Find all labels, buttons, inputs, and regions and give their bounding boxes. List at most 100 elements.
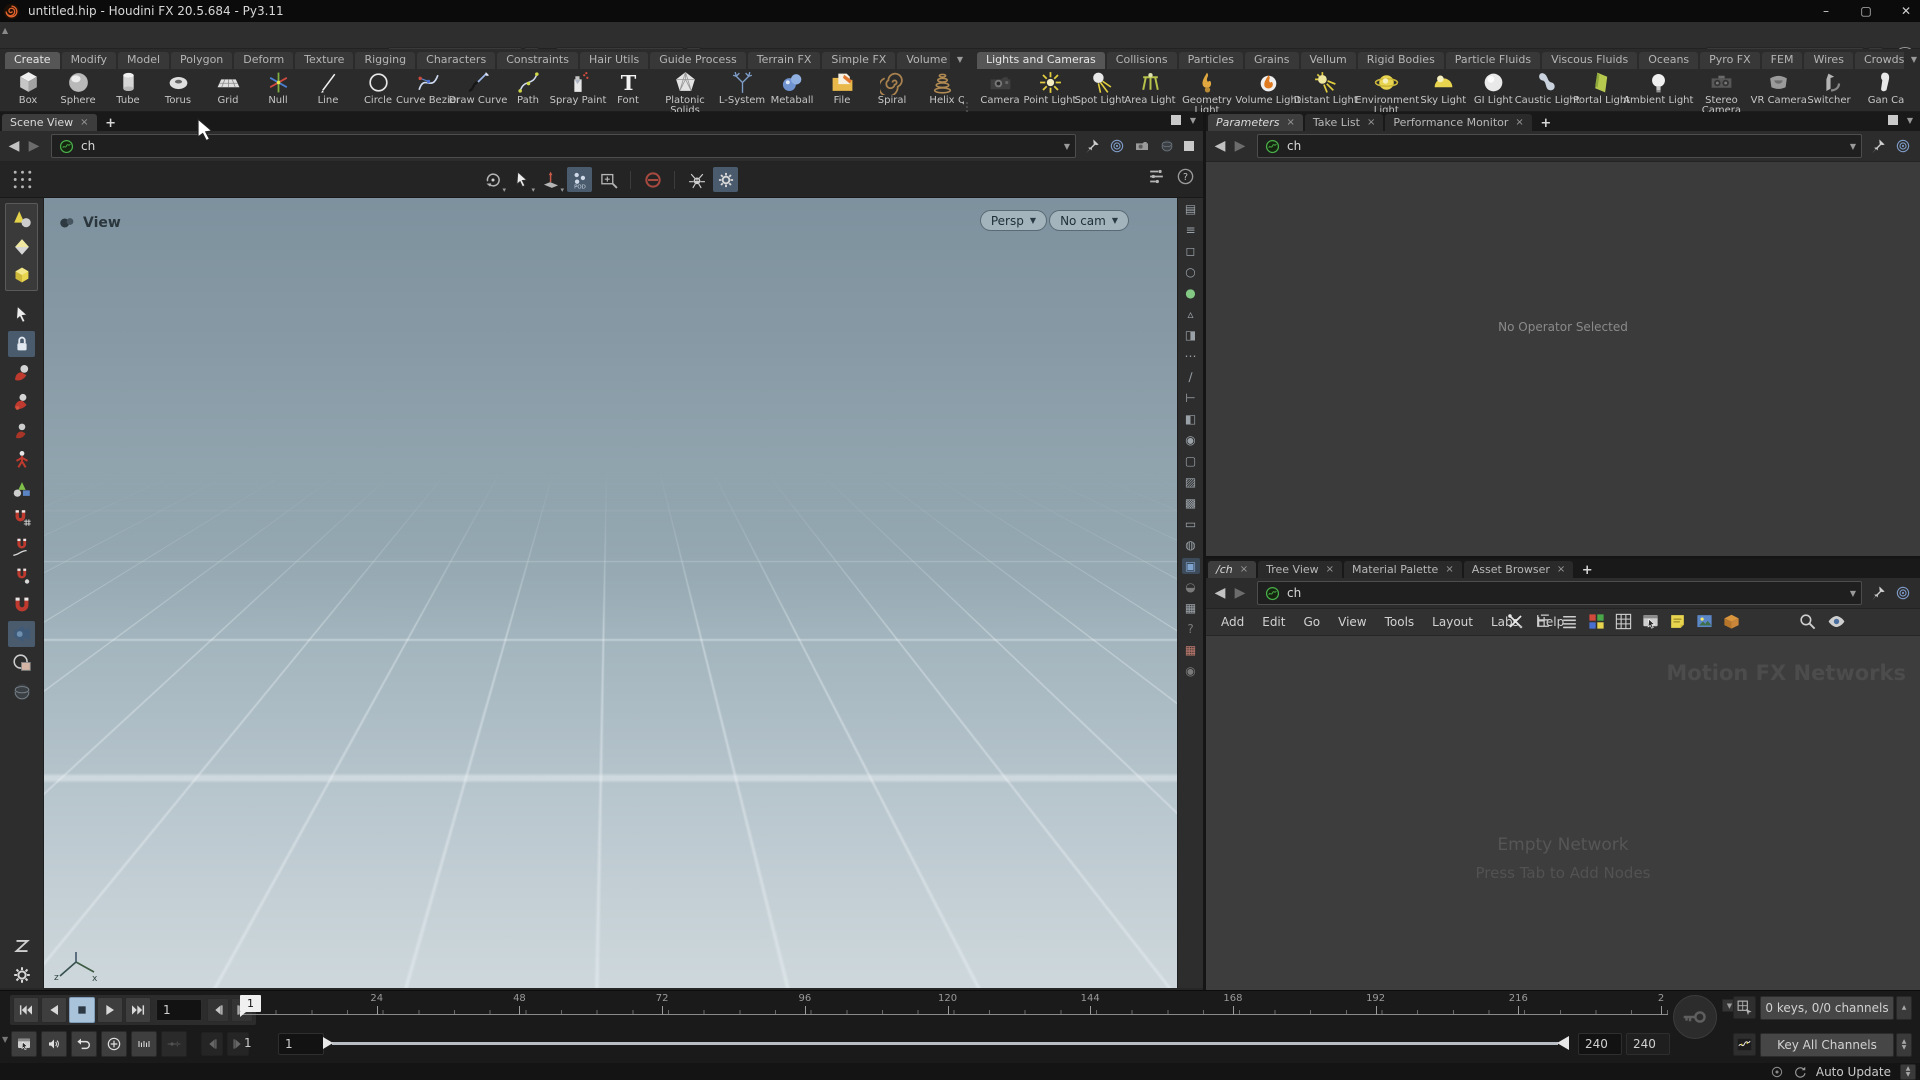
- timeline-splitter-icon[interactable]: ▼: [2, 1035, 8, 1044]
- global-end-field[interactable]: 240: [1626, 1033, 1670, 1055]
- pane-white-square-icon[interactable]: [1184, 141, 1194, 151]
- display-tag-icon[interactable]: ◧: [1182, 411, 1200, 427]
- display-measure-icon[interactable]: ⊢: [1182, 390, 1200, 406]
- tick-settings-button[interactable]: [131, 1031, 157, 1057]
- shelf-tool-platonic-solids[interactable]: Platonic Solids: [653, 69, 717, 112]
- shelf-tool-sky-light[interactable]: Sky Light: [1418, 69, 1468, 106]
- pin-icon[interactable]: [1084, 138, 1100, 154]
- network-menu-edit[interactable]: Edit: [1253, 612, 1294, 632]
- shelf-tab-deform[interactable]: Deform: [234, 52, 294, 69]
- shelf-tab-terrain-fx[interactable]: Terrain FX: [747, 52, 821, 69]
- prev-key-button[interactable]: [201, 1032, 223, 1056]
- add-tab-button[interactable]: +: [1578, 562, 1596, 578]
- panelcursor-icon[interactable]: [1641, 612, 1660, 631]
- jump-first-frame-button[interactable]: [13, 997, 39, 1023]
- shelf-tab-rigid-bodies[interactable]: Rigid Bodies: [1357, 52, 1444, 69]
- camera-button[interactable]: No cam ▼: [1049, 210, 1129, 231]
- display-normals-icon[interactable]: ▵: [1182, 306, 1200, 322]
- loop-mode-button[interactable]: [71, 1031, 97, 1057]
- stop-button[interactable]: [69, 997, 95, 1023]
- shelf-tab-hair-utils[interactable]: Hair Utils: [579, 52, 649, 69]
- key-all-channels-button[interactable]: Key All Channels: [1760, 1033, 1894, 1057]
- range-end-field[interactable]: 240: [1578, 1033, 1622, 1055]
- mag-icon[interactable]: [1798, 612, 1817, 631]
- path-dropdown-icon[interactable]: ▼: [1064, 142, 1070, 151]
- params-tab-take-list[interactable]: Take List ×: [1304, 114, 1384, 131]
- shelf-tab-texture[interactable]: Texture: [295, 52, 354, 69]
- shelf-tab-rigging[interactable]: Rigging: [355, 52, 416, 69]
- boxicon-icon[interactable]: [1722, 612, 1741, 631]
- shelf-tab-model[interactable]: Model: [118, 52, 170, 69]
- render-region-icon[interactable]: [8, 650, 35, 676]
- shelf-tool-helix[interactable]: Helix: [917, 69, 964, 106]
- network-tab-ch[interactable]: /ch ×: [1208, 561, 1257, 578]
- shelf-tool-torus[interactable]: Torus: [153, 69, 203, 106]
- back-icon[interactable]: ◀: [5, 136, 23, 156]
- shelf-tab-oceans[interactable]: Oceans: [1639, 52, 1699, 69]
- select-dynamics-icon[interactable]: [8, 262, 35, 288]
- maximize-button[interactable]: ▢: [1858, 4, 1874, 18]
- path-dropdown-icon[interactable]: ▼: [1850, 142, 1856, 151]
- shelf-tool-draw-curve[interactable]: Draw Curve: [449, 69, 507, 106]
- shelf-tab-wires[interactable]: Wires: [1804, 52, 1853, 69]
- frame-range-slider[interactable]: [323, 1036, 1569, 1050]
- path-dropdown-icon[interactable]: ▼: [1850, 589, 1856, 598]
- shelf-tab-vellum[interactable]: Vellum: [1300, 52, 1356, 69]
- shelf-tool-curve-bezier[interactable]: Curve Bezier: [396, 69, 460, 106]
- material-sphere-icon[interactable]: [8, 679, 35, 705]
- network-menu-layout[interactable]: Layout: [1423, 612, 1482, 632]
- shelf-tab-simple-fx[interactable]: Simple FX: [822, 52, 896, 69]
- move-tool-button[interactable]: ▾: [538, 167, 564, 194]
- shelf-tool-tube[interactable]: Tube: [103, 69, 153, 106]
- shelf-tool-spiral[interactable]: Spiral: [867, 69, 917, 106]
- shelf-tool-volume-light[interactable]: Volume Light: [1235, 69, 1301, 106]
- sticky-icon[interactable]: [1668, 612, 1687, 631]
- selection-mode-button[interactable]: POD: [567, 167, 592, 192]
- shelf-tool-sphere[interactable]: Sphere: [53, 69, 103, 106]
- shelf-tab-crowds[interactable]: Crowds: [1854, 52, 1904, 69]
- select-tool-icon[interactable]: [8, 302, 35, 328]
- timeline-panel-button[interactable]: [11, 1031, 37, 1057]
- shelf-tool-camera[interactable]: Camera: [975, 69, 1025, 106]
- network-path-field[interactable]: ch ▼: [1257, 581, 1862, 605]
- shelf-tab-modify[interactable]: Modify: [61, 52, 117, 69]
- display-photo-icon[interactable]: ▦: [1182, 600, 1200, 616]
- shelf-tool-line[interactable]: Line: [303, 69, 353, 106]
- pane-maximize-icon[interactable]: [1887, 115, 1898, 125]
- snap-point-icon[interactable]: [8, 563, 35, 589]
- shelf-tool-vr-camera[interactable]: VR Camera: [1751, 69, 1807, 106]
- keyframe-nav-button[interactable]: [161, 1031, 187, 1057]
- wrenchx-icon[interactable]: [1506, 612, 1525, 631]
- gridlines-icon[interactable]: [1614, 612, 1633, 631]
- scale-handle-icon[interactable]: [8, 418, 35, 444]
- shelf-tab-polygon[interactable]: Polygon: [171, 52, 233, 69]
- shelf-tab-particle-fluids[interactable]: Particle Fluids: [1445, 52, 1541, 69]
- close-tab-icon[interactable]: ×: [1240, 564, 1248, 575]
- shelf-tab-grains[interactable]: Grains: [1244, 52, 1299, 69]
- play-backward-button[interactable]: [41, 997, 67, 1023]
- display-dark-sphere-icon[interactable]: ◒: [1182, 579, 1200, 595]
- shelf-tool-area-light[interactable]: Area Light: [1124, 69, 1176, 106]
- shelf-tool-portal-light[interactable]: Portal Light: [1573, 69, 1630, 106]
- display-camera-icon[interactable]: ◉: [1182, 432, 1200, 448]
- view-camera-icon[interactable]: [8, 621, 35, 647]
- shelf-tool-stereo-camera[interactable]: Stereo Camera: [1689, 69, 1753, 112]
- link-icon[interactable]: [1895, 138, 1911, 154]
- projection-button[interactable]: Persp ▼: [979, 210, 1047, 231]
- shelf-tab-volume[interactable]: Volume: [897, 52, 950, 69]
- filter-icon[interactable]: [1147, 167, 1166, 186]
- shelf-tool-gan-ca[interactable]: Gan Ca: [1854, 69, 1918, 106]
- view-tool-button[interactable]: ▾: [480, 167, 506, 194]
- keyframe-options-icon[interactable]: [1733, 996, 1756, 1019]
- add-tab-button[interactable]: +: [102, 115, 120, 131]
- secure-selection-lock-icon[interactable]: [8, 331, 35, 357]
- shelf-tool-spot-light[interactable]: Spot Light: [1075, 69, 1125, 106]
- network-editor[interactable]: Motion FX Networks Empty Network Press T…: [1206, 647, 1920, 990]
- network-tab-material-palette[interactable]: Material Palette ×: [1344, 561, 1462, 578]
- shelf-tab-particles[interactable]: Particles: [1178, 52, 1243, 69]
- snap-grid-icon[interactable]: [8, 505, 35, 531]
- display-dots-icon[interactable]: ⋯: [1182, 348, 1200, 364]
- shelf-tab-constraints[interactable]: Constraints: [497, 52, 578, 69]
- snap-magnet-icon[interactable]: [8, 592, 35, 618]
- display-screen-icon[interactable]: ▤: [1182, 201, 1200, 217]
